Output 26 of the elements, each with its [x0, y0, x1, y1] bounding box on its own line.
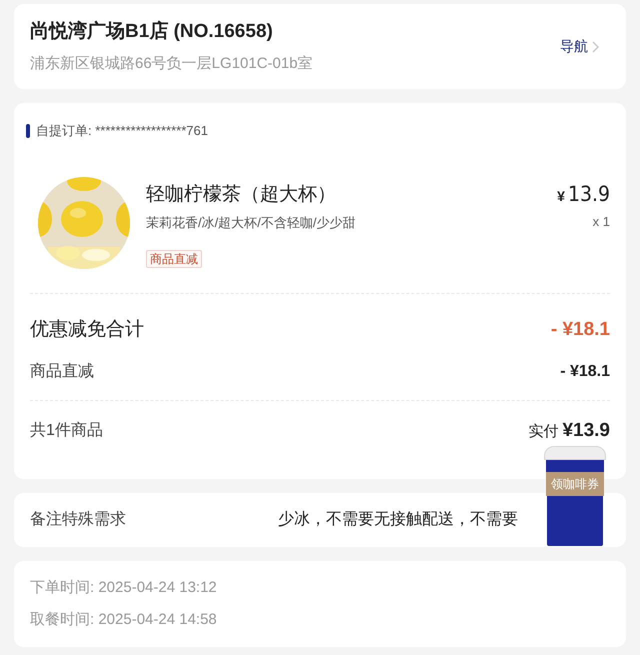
cup-lid [544, 446, 606, 460]
remark-label: 备注特殊需求 [30, 510, 127, 530]
item-count: 共1件商品 [30, 420, 103, 442]
discount-total-label: 优惠减免合计 [30, 318, 144, 342]
accent-bar [26, 124, 30, 138]
store-address: 浦东新区银城路66号负一层LG101C-01b室 [30, 54, 313, 74]
product-quantity: x 1 [592, 213, 610, 231]
paid-label: 实付 [528, 422, 558, 442]
navigation-link[interactable]: 导航 [560, 36, 610, 57]
paid-amount: ¥13.9 [562, 419, 610, 443]
cup-body [547, 496, 603, 546]
time-row-text: 取餐时间: 2025-04-24 14:58 [30, 610, 218, 630]
discount-total-amount: - ¥18.1 [550, 318, 610, 342]
chevron-right-icon [592, 40, 600, 52]
remark-value: 少冰，不需要无接触配送，不需要 [278, 510, 518, 530]
discount-tag: 商品直减 [146, 250, 202, 268]
product-name: 轻咖柠檬茶（超大杯） [146, 182, 337, 206]
coupon-label: 领咖啡券 [546, 472, 604, 496]
product-price: ¥13.9 [557, 180, 610, 208]
discount-label: 商品直减 [30, 362, 94, 382]
time-row-text: 下单时间: 2025-04-24 13:12 [30, 578, 218, 598]
store-name: 尚悦湾广场B1店 (NO.16658) [30, 20, 274, 44]
order-number: 自提订单: ******************761 [36, 122, 208, 140]
discount-amount: - ¥18.1 [560, 362, 610, 382]
product-options: 茉莉花香/冰/超大杯/不含轻咖/少少甜 [146, 213, 558, 232]
cup-band [546, 460, 604, 472]
